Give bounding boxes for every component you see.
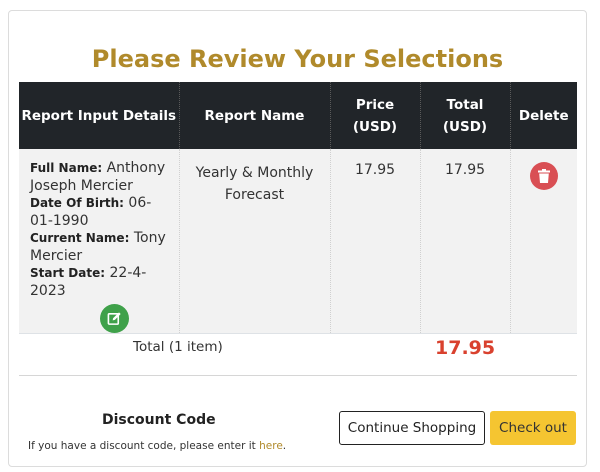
cart-table: Report Input Details Report Name Price (…: [19, 82, 577, 334]
continue-shopping-button[interactable]: Continue Shopping: [339, 411, 485, 445]
discount-link[interactable]: here: [259, 440, 283, 452]
header-details: Report Input Details: [19, 82, 180, 149]
order-total-value: 17.95: [435, 337, 496, 359]
total-cell: 17.95: [420, 149, 511, 334]
price-cell: 17.95: [330, 149, 421, 334]
delete-button[interactable]: [529, 162, 558, 190]
table-header-row: Report Input Details Report Name Price (…: [19, 82, 577, 149]
report-name-cell: Yearly & Monthly Forecast: [179, 149, 331, 334]
current-name-line: Current Name: Tony Mercier: [30, 230, 166, 264]
header-total: Total (USD): [420, 82, 511, 149]
checkout-button[interactable]: Check out: [490, 411, 576, 445]
full-name-line: Full Name: Anthony Joseph Mercier: [30, 160, 166, 194]
delete-cell: [510, 149, 577, 334]
report-input-details: Full Name: Anthony Joseph Mercier Date O…: [19, 149, 180, 334]
price-value: 17.95: [354, 162, 396, 178]
total-label: Total (1 item): [133, 339, 223, 355]
dob-line: Date Of Birth: 06-01-1990: [30, 195, 152, 229]
table-row: Full Name: Anthony Joseph Mercier Date O…: [19, 149, 577, 334]
order-total-row: Total (1 item) 17.95: [19, 324, 577, 376]
header-delete: Delete: [510, 82, 577, 149]
review-card: Please Review Your Selections Report Inp…: [8, 10, 587, 467]
header-price: Price (USD): [330, 82, 421, 149]
total-value: 17.95: [444, 162, 486, 178]
header-report-name: Report Name: [179, 82, 331, 149]
trash-icon: [537, 169, 550, 183]
page-title: Please Review Your Selections: [91, 45, 504, 73]
discount-title: Discount Code: [102, 412, 216, 428]
start-date-line: Start Date: 22-4-2023: [30, 265, 147, 299]
discount-note: If you have a discount code, please ente…: [28, 440, 287, 452]
report-name: Yearly & Monthly Forecast: [195, 165, 314, 203]
